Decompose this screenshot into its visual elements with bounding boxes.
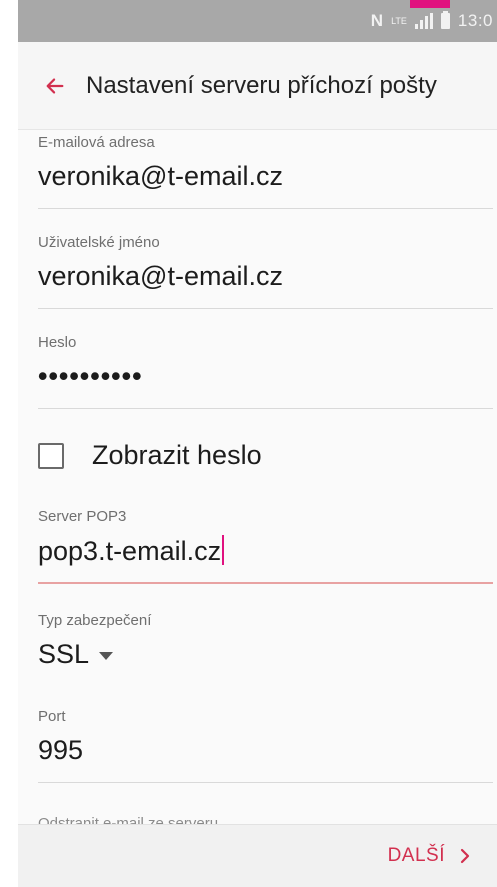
port-input[interactable]: 995: [38, 735, 493, 766]
nfc-icon: N: [370, 11, 384, 30]
arrow-left-icon: [46, 77, 64, 94]
port-label: Port: [38, 708, 66, 725]
dropdown-caret-icon: [99, 651, 114, 660]
username-input[interactable]: veronika@t-email.cz: [38, 261, 493, 292]
password-input[interactable]: ••••••••••: [38, 361, 493, 392]
show-password-row[interactable]: Zobrazit heslo: [38, 440, 262, 471]
next-label: DALŠÍ: [387, 845, 445, 866]
server-underline: [38, 582, 493, 584]
server-value: pop3.t-email.cz: [38, 536, 222, 566]
battery-icon: [440, 11, 450, 29]
password-field[interactable]: Heslo ••••••••••: [38, 334, 493, 409]
email-label: E-mailová adresa: [38, 134, 155, 151]
port-underline: [38, 782, 493, 783]
settings-form: E-mailová adresa veronika@t-email.cz Uži…: [18, 130, 497, 824]
security-label: Typ zabezpečení: [38, 612, 152, 629]
bottom-bar: DALŠÍ: [18, 824, 497, 887]
text-cursor: [222, 535, 225, 565]
status-time: 13:0: [457, 11, 493, 30]
show-password-label: Zobrazit heslo: [92, 440, 262, 470]
port-field[interactable]: Port 995: [38, 708, 493, 783]
lte-icon: LTE: [391, 15, 407, 26]
notification-tab: [410, 0, 450, 8]
page-title: Nastavení serveru příchozí pošty: [86, 71, 437, 99]
username-underline: [38, 308, 493, 309]
password-label: Heslo: [38, 334, 77, 351]
password-underline: [38, 408, 493, 409]
email-field[interactable]: E-mailová adresa veronika@t-email.cz: [38, 134, 493, 209]
show-password-checkbox[interactable]: [38, 442, 64, 469]
email-underline: [38, 208, 493, 209]
username-field[interactable]: Uživatelské jméno veronika@t-email.cz: [38, 234, 493, 309]
server-field[interactable]: Server POP3 pop3.t-email.cz: [38, 508, 493, 584]
security-value: SSL: [38, 639, 90, 669]
server-label: Server POP3: [38, 508, 127, 525]
email-input[interactable]: veronika@t-email.cz: [38, 161, 493, 192]
next-button[interactable]: DALŠÍ: [388, 845, 471, 867]
server-input[interactable]: pop3.t-email.cz: [38, 535, 493, 567]
signal-icon: [414, 13, 433, 29]
username-label: Uživatelské jméno: [38, 234, 160, 251]
security-field[interactable]: Typ zabezpečení SSL: [38, 612, 493, 670]
back-button[interactable]: [30, 61, 80, 111]
status-bar: N LTE 13:0: [18, 0, 497, 42]
security-select[interactable]: SSL: [38, 639, 114, 670]
chevron-right-icon: [460, 848, 470, 864]
app-bar: Nastavení serveru příchozí pošty: [18, 42, 497, 130]
delete-from-server-label[interactable]: Odstranit e-mail ze serveru: [38, 815, 218, 824]
